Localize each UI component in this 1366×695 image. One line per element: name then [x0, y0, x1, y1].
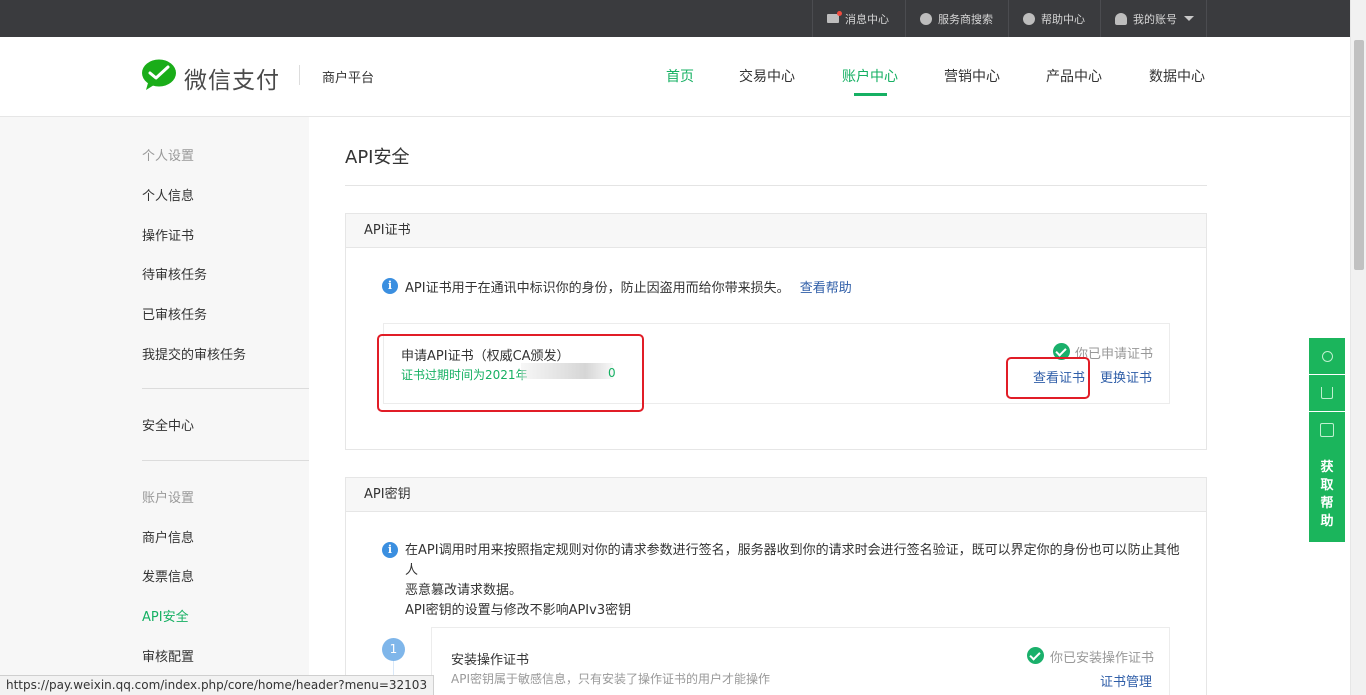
- question-icon: [1023, 12, 1035, 25]
- scrollbar-thumb[interactable]: [1354, 40, 1364, 270]
- mail-icon: [827, 11, 842, 23]
- page-scrollbar[interactable]: [1350, 0, 1366, 695]
- download-button[interactable]: [1309, 375, 1345, 411]
- get-help-char: 取: [1320, 478, 1334, 493]
- highlight-box: [377, 334, 644, 412]
- link-icon: [1321, 350, 1333, 362]
- sidebar-divider: [142, 460, 309, 461]
- download-icon: [1321, 387, 1333, 399]
- platform-name: 商户平台: [322, 71, 375, 86]
- highlight-box: [1006, 357, 1090, 399]
- my-account-menu[interactable]: 我的账号: [1100, 0, 1207, 37]
- help-center-link[interactable]: 帮助中心: [1008, 0, 1100, 37]
- replace-cert-link[interactable]: 更换证书: [1100, 367, 1152, 386]
- top-bar: 消息中心 服务商搜索 帮助中心 我的账号: [0, 0, 1350, 37]
- info-icon: i: [382, 278, 398, 294]
- get-help-char: 获: [1320, 460, 1334, 475]
- api-key-info-line: 在API调用时用来按照指定规则对你的请求参数进行签名，服务器收到你的请求时会进行…: [405, 543, 1180, 578]
- message-center-link[interactable]: 消息中心: [812, 0, 905, 37]
- caret-down-icon: [1184, 16, 1194, 21]
- nav-active-indicator: [854, 93, 887, 96]
- brand-name: 微信支付: [184, 68, 280, 94]
- get-help-char: 帮: [1320, 496, 1334, 511]
- provider-search-label: 服务商搜索: [938, 12, 993, 26]
- my-account-label: 我的账号: [1133, 12, 1177, 26]
- nav-home[interactable]: 首页: [666, 66, 694, 86]
- wechat-pay-logo-icon: [142, 59, 176, 90]
- status-bar-url: https://pay.weixin.qq.com/index.php/core…: [0, 675, 435, 695]
- step-description: API密钥属于敏感信息，只有安装了操作证书的用户才能操作: [451, 672, 770, 686]
- sidebar-item-operation-cert[interactable]: 操作证书: [142, 225, 194, 244]
- sidebar-section-account: 账户设置: [142, 491, 195, 506]
- nav-trade-center[interactable]: 交易中心: [739, 66, 795, 86]
- nav-data-center[interactable]: 数据中心: [1149, 66, 1205, 86]
- sidebar-item-invoice-info[interactable]: 发票信息: [142, 566, 194, 585]
- sidebar-item-merchant-info[interactable]: 商户信息: [142, 527, 194, 546]
- sidebar: 个人设置 个人信息 操作证书 待审核任务 已审核任务 我提交的审核任务 安全中心…: [0, 117, 309, 695]
- sidebar-item-review-config[interactable]: 审核配置: [142, 646, 194, 665]
- provider-search-link[interactable]: 服务商搜索: [905, 0, 1008, 37]
- sidebar-item-api-security[interactable]: API安全: [142, 606, 189, 625]
- search-icon: [920, 12, 932, 25]
- api-key-info-line: API密钥的设置与修改不影响APIv3密钥: [405, 603, 632, 618]
- api-cert-info-text: API证书用于在通讯中标识你的身份，防止因盗用而给你带来损失。: [405, 281, 790, 296]
- nav-marketing-center[interactable]: 营销中心: [944, 66, 1000, 86]
- header: 微信支付 商户平台 首页 交易中心 账户中心 营销中心 产品中心 数据中心: [0, 37, 1350, 117]
- check-icon: [1027, 647, 1044, 664]
- sidebar-item-personal-info[interactable]: 个人信息: [142, 185, 194, 204]
- sidebar-item-pending-tasks[interactable]: 待审核任务: [142, 264, 207, 283]
- link-button[interactable]: [1309, 338, 1345, 374]
- nav-product-center[interactable]: 产品中心: [1046, 66, 1102, 86]
- sidebar-item-reviewed-tasks[interactable]: 已审核任务: [142, 304, 207, 323]
- floating-toolbar: 获 取 帮 助: [1309, 338, 1345, 542]
- help-center-label: 帮助中心: [1041, 12, 1085, 26]
- api-cert-info: API证书用于在通讯中标识你的身份，防止因盗用而给你带来损失。 查看帮助: [405, 277, 852, 296]
- brand-divider: [299, 65, 300, 85]
- api-key-info-line: 恶意篡改请求数据。: [405, 583, 523, 598]
- step-status: 你已安装操作证书: [1050, 651, 1155, 666]
- cert-manage-link[interactable]: 证书管理: [1100, 671, 1152, 690]
- sidebar-item-security-center[interactable]: 安全中心: [142, 415, 194, 434]
- api-key-panel-title: API密钥: [346, 478, 1206, 512]
- edit-icon: [1320, 423, 1334, 437]
- api-cert-panel-title: API证书: [346, 214, 1206, 248]
- title-divider: [345, 185, 1207, 186]
- step-number-badge: 1: [382, 638, 405, 661]
- info-icon: i: [382, 542, 398, 558]
- get-help-button[interactable]: 获 取 帮 助: [1309, 412, 1345, 542]
- view-help-link[interactable]: 查看帮助: [800, 281, 852, 296]
- message-center-label: 消息中心: [845, 12, 889, 26]
- user-icon: [1115, 12, 1127, 25]
- step-title: 安装操作证书: [451, 653, 530, 668]
- api-key-info: 在API调用时用来按照指定规则对你的请求参数进行签名，服务器收到你的请求时会进行…: [405, 541, 1185, 621]
- get-help-char: 助: [1320, 514, 1334, 529]
- nav-account-center[interactable]: 账户中心: [842, 66, 898, 86]
- page-title: API安全: [345, 147, 410, 168]
- sidebar-item-submitted-tasks[interactable]: 我提交的审核任务: [142, 344, 246, 363]
- sidebar-divider: [142, 388, 309, 389]
- sidebar-section-personal: 个人设置: [142, 149, 195, 164]
